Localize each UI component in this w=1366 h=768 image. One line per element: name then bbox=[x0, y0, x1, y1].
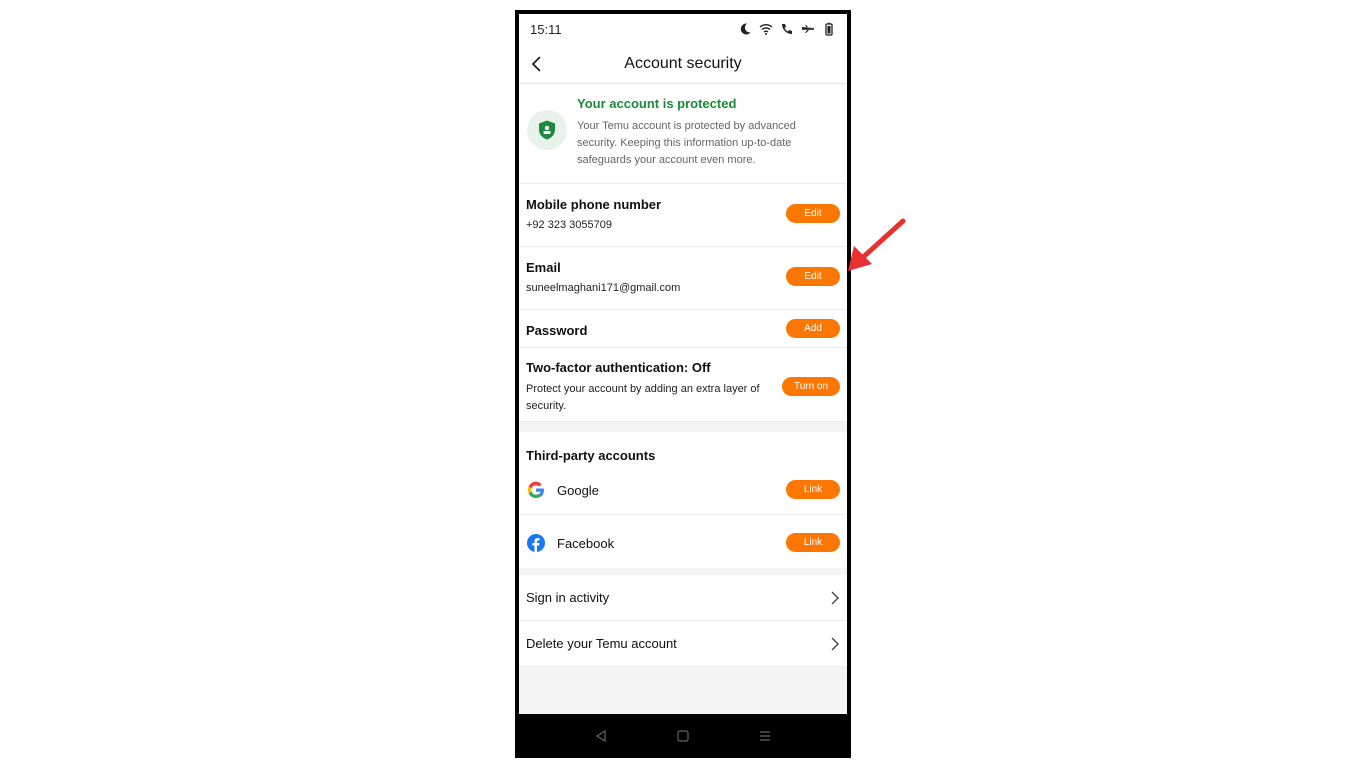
password-label: Password bbox=[526, 323, 588, 338]
protection-title: Your account is protected bbox=[577, 96, 737, 111]
email-row: Email suneelmaghani171@gmail.com Edit bbox=[519, 247, 847, 310]
shield-badge bbox=[527, 110, 567, 150]
two-factor-row: Two-factor authentication: Off Protect y… bbox=[519, 348, 847, 422]
facebook-account-row: Facebook Link bbox=[519, 516, 847, 568]
edit-phone-button[interactable]: Edit bbox=[786, 204, 840, 223]
sign-in-activity-row[interactable]: Sign in activity bbox=[519, 575, 847, 621]
section-gap bbox=[519, 422, 847, 432]
moon-icon bbox=[740, 23, 751, 35]
status-bar: 15:11 bbox=[519, 14, 847, 44]
battery-icon bbox=[825, 22, 833, 36]
add-password-button[interactable]: Add bbox=[786, 319, 840, 338]
delete-account-label: Delete your Temu account bbox=[526, 636, 677, 651]
phone-number-row: Mobile phone number +92 323 3055709 Edit bbox=[519, 184, 847, 247]
email-value: suneelmaghani171@gmail.com bbox=[526, 282, 681, 294]
status-time: 15:11 bbox=[530, 21, 562, 37]
link-google-button[interactable]: Link bbox=[786, 480, 840, 499]
wifi-call-icon bbox=[782, 24, 792, 34]
two-factor-description: Protect your account by adding an extra … bbox=[526, 383, 760, 412]
system-nav-bar bbox=[515, 714, 851, 758]
edit-email-button[interactable]: Edit bbox=[786, 267, 840, 286]
facebook-label: Facebook bbox=[557, 536, 615, 551]
section-gap bbox=[519, 568, 847, 575]
facebook-icon bbox=[527, 534, 545, 552]
turn-on-two-factor-button[interactable]: Turn on bbox=[782, 377, 840, 396]
phone-frame: 15:11 Account security Your account is p… bbox=[515, 10, 851, 758]
sign-in-activity-label: Sign in activity bbox=[526, 590, 610, 605]
two-factor-label: Two-factor authentication: Off bbox=[526, 360, 711, 375]
protection-description: Your Temu account is protected by advanc… bbox=[577, 120, 796, 166]
wifi-icon bbox=[759, 24, 773, 35]
annotation-arrow-icon bbox=[848, 218, 906, 271]
delete-account-row[interactable]: Delete your Temu account bbox=[519, 621, 847, 667]
protection-banner: Your account is protected Your Temu acco… bbox=[519, 84, 847, 184]
shield-icon bbox=[539, 120, 555, 140]
phone-number-value: +92 323 3055709 bbox=[526, 219, 612, 231]
chevron-right-icon bbox=[831, 637, 839, 650]
nav-home-icon[interactable] bbox=[676, 729, 690, 743]
third-party-heading: Third-party accounts bbox=[526, 448, 656, 463]
third-party-section: Third-party accounts Google Link Faceboo… bbox=[519, 432, 847, 568]
page-title: Account security bbox=[624, 54, 742, 72]
link-facebook-button[interactable]: Link bbox=[786, 533, 840, 552]
password-row: Password Add bbox=[519, 310, 847, 348]
back-icon[interactable] bbox=[527, 54, 547, 74]
google-label: Google bbox=[557, 483, 599, 498]
nav-back-icon[interactable] bbox=[594, 729, 608, 743]
google-account-row: Google Link bbox=[519, 473, 847, 515]
airplane-icon bbox=[802, 25, 814, 33]
app-screen: 15:11 Account security Your account is p… bbox=[519, 14, 847, 714]
nav-menu-icon[interactable] bbox=[758, 729, 772, 743]
status-icons bbox=[738, 22, 836, 36]
page-header: Account security bbox=[519, 44, 847, 84]
protection-text: Your account is protected Your Temu acco… bbox=[577, 96, 817, 169]
phone-number-label: Mobile phone number bbox=[526, 197, 662, 212]
google-icon bbox=[527, 481, 544, 499]
chevron-right-icon bbox=[831, 591, 839, 604]
email-label: Email bbox=[526, 260, 561, 275]
